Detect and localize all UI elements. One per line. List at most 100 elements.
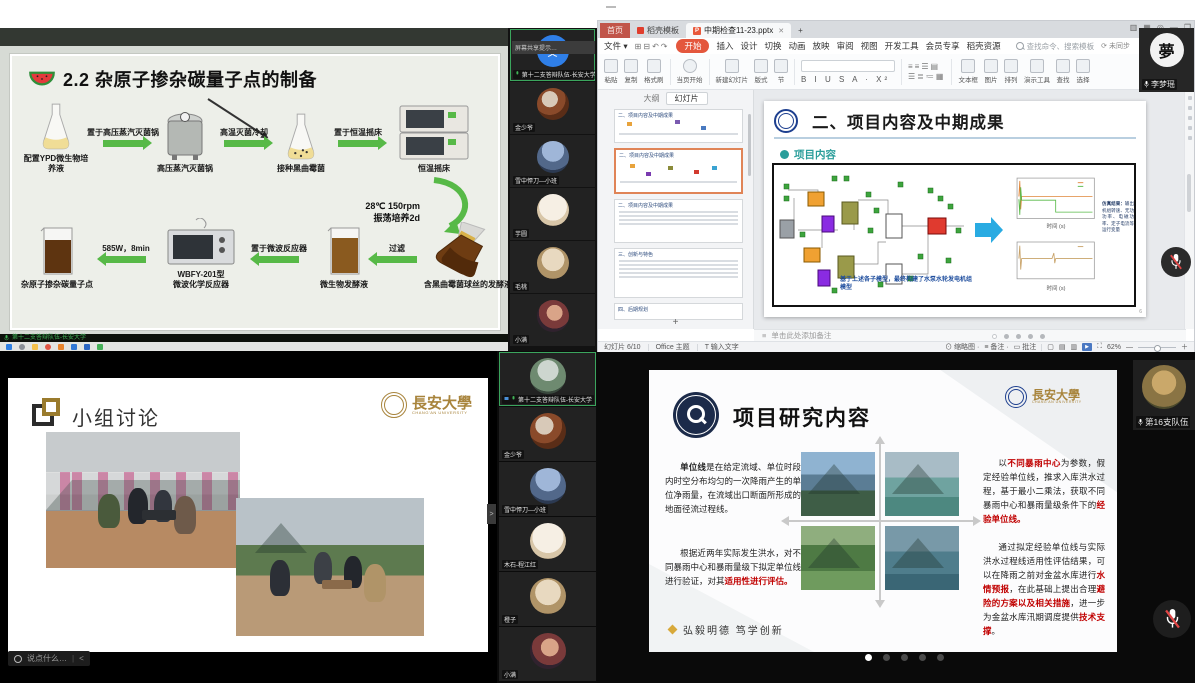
participant-tile[interactable]: 文 屏幕共享提示…◂◦ 第十二支答辩队伍-长安大学 — [510, 29, 595, 81]
slide-dots[interactable] — [992, 334, 1045, 339]
canvas-scrollbar[interactable] — [1187, 174, 1191, 212]
font-style-buttons[interactable]: B I U S A · X² — [801, 75, 895, 84]
menu-item[interactable]: 放映 — [813, 40, 830, 52]
view-read-icon[interactable]: ▥ — [1070, 343, 1077, 351]
quick-access-icons[interactable]: ⊞⊟↶↷ — [635, 42, 670, 51]
copy-button[interactable]: 复制 — [624, 59, 638, 84]
search-icon[interactable] — [19, 344, 25, 350]
panel-tab-slides[interactable]: 幻灯片 — [666, 92, 708, 105]
paragraph-forecast: 通过拟定经验单位线与实际洪水过程线适用性评估结果，可以在降雨之前对金盆水库进行水… — [983, 540, 1105, 638]
app-icon[interactable] — [71, 344, 77, 350]
view-sorter-icon[interactable]: ▤ — [1059, 343, 1066, 351]
new-slide-button[interactable]: 新建幻灯片 — [716, 59, 749, 84]
participant-tile[interactable]: 小满 — [499, 627, 596, 681]
menu-item[interactable]: 动画 — [789, 40, 806, 52]
collapse-chat-icon[interactable]: < — [79, 654, 84, 663]
share-banner[interactable]: 第十二支答辩队伍-长安大学 — [0, 334, 516, 342]
menu-item[interactable]: 切换 — [765, 40, 782, 52]
menu-item[interactable]: 会员专享 — [926, 40, 960, 52]
slideshow-play-button[interactable]: ▶ — [1082, 343, 1092, 351]
participant-tile[interactable]: 小满 — [510, 294, 595, 346]
start-button[interactable] — [6, 344, 12, 350]
menu-item-start[interactable]: 开始 — [676, 39, 709, 53]
mic-muted-icon[interactable] — [1161, 247, 1191, 277]
menu-item[interactable]: 视图 — [861, 40, 878, 52]
slide-thumbnail[interactable]: 5 二、项目内容及中期成果 — [614, 109, 743, 143]
participant-tile[interactable]: 金少爷 — [499, 407, 596, 461]
tab-template[interactable]: 稻壳模板 — [630, 23, 686, 38]
wechat-icon[interactable] — [97, 344, 103, 350]
format-painter-button[interactable]: 格式刷 — [644, 59, 664, 84]
slide-thumbnail[interactable]: 7 二、项目内容及中期成果 — [614, 199, 743, 243]
fit-icon[interactable]: ⛶ — [1097, 343, 1102, 351]
select-button[interactable]: 选择 — [1076, 59, 1090, 84]
notes-toggle[interactable]: ≡ 备注 · — [984, 342, 1008, 352]
layout-button[interactable]: 版式 — [754, 59, 768, 84]
panel-scrollbar[interactable] — [748, 114, 751, 176]
menu-file[interactable]: 文件 ▾ — [604, 40, 628, 52]
panel-collapse-button[interactable]: > — [487, 504, 496, 524]
window-drag-handle[interactable] — [606, 6, 616, 8]
picture-button[interactable]: 图片 — [984, 59, 998, 84]
menu-item[interactable]: 设计 — [741, 40, 758, 52]
mic-muted-icon[interactable] — [1153, 600, 1191, 638]
present-tools-button[interactable]: 演示工具 — [1024, 59, 1050, 84]
section-button[interactable]: 节 — [774, 59, 788, 84]
find-button[interactable]: 查找 — [1056, 59, 1070, 84]
command-search[interactable]: 查找命令、搜索模板 — [1016, 41, 1095, 52]
app-icon[interactable] — [58, 344, 64, 350]
textbox-button[interactable]: 文本框 — [958, 59, 978, 84]
arrange-button[interactable]: 排列 — [1004, 59, 1018, 84]
chat-input[interactable]: 说点什么… | < — [8, 651, 90, 666]
right-toolbar[interactable] — [1184, 90, 1194, 329]
zoom-in-button[interactable]: ＋ — [1181, 342, 1188, 352]
browser-icon[interactable] — [45, 344, 51, 350]
ppt-file-icon: P — [693, 27, 701, 35]
notes-bar[interactable]: ≡ 单击此处添加备注 — [754, 329, 1186, 341]
tab-document[interactable]: P中期检查11-23.pptx✕ — [686, 23, 791, 38]
seal-icon — [381, 392, 407, 418]
participant-tile[interactable]: 橙子 — [499, 572, 596, 626]
notes-placeholder: 单击此处添加备注 — [771, 330, 831, 341]
zoom-slider[interactable] — [1138, 347, 1176, 348]
menu-item[interactable]: 审阅 — [837, 40, 854, 52]
menu-item[interactable]: 开发工具 — [885, 40, 919, 52]
font-group[interactable]: B I U S A · X² — [801, 60, 895, 84]
mic-icon — [1144, 81, 1149, 88]
app-icon[interactable] — [84, 344, 90, 350]
autoclave-icon — [163, 108, 207, 162]
emoji-icon[interactable] — [14, 655, 22, 663]
tab-home[interactable]: 首页 — [600, 23, 630, 38]
file-explorer-icon[interactable] — [32, 344, 38, 350]
slide-pagination-dots[interactable] — [865, 654, 944, 661]
participant-tile[interactable]: 芋圆 — [510, 188, 595, 240]
floating-video-tile[interactable]: 第16支队伍 — [1133, 360, 1195, 430]
panel-tab-outline[interactable]: 大纲 — [644, 93, 660, 104]
play-from-page-button[interactable]: 当页开始 — [677, 59, 703, 84]
floating-video-tile[interactable]: 夢 李梦瑶 — [1139, 28, 1194, 92]
thumbnail-toggle[interactable]: ⊙ 缩略图 · — [945, 342, 979, 352]
participant-tile[interactable]: 雪中悍刀—小班 — [499, 462, 596, 516]
layout-icon[interactable]: ▥ — [1130, 23, 1138, 32]
add-slide-button[interactable]: + — [598, 317, 753, 328]
menu-item[interactable]: 插入 — [716, 40, 733, 52]
taskbar[interactable] — [0, 342, 520, 351]
close-tab-icon[interactable]: ✕ — [778, 27, 784, 35]
new-tab-button[interactable]: + — [791, 23, 810, 38]
font-name-select[interactable] — [801, 60, 895, 72]
participant-tile[interactable]: 毛桃 — [510, 241, 595, 293]
participant-tile[interactable]: 木石-程江红 — [499, 517, 596, 571]
slide-thumbnail-selected[interactable]: 6 二、项目内容及中期成果 — [614, 148, 743, 194]
participant-tile[interactable]: 第十二支答辩队伍-长安大学 — [499, 352, 596, 406]
zoom-out-button[interactable]: — — [1126, 344, 1133, 351]
paragraph-group[interactable]: ≡≡☰▤☰≣≔▦ — [908, 62, 945, 82]
sync-status[interactable]: ⟳ 未同步 — [1101, 41, 1130, 51]
menu-item[interactable]: 稻壳资源 — [967, 40, 1001, 52]
paste-button[interactable]: 粘贴 — [604, 59, 618, 84]
comments-toggle[interactable]: ▭ 批注 — [1014, 342, 1037, 352]
participant-tile[interactable]: 雪中悍刀—小班 — [510, 135, 595, 187]
current-slide[interactable]: 二、项目内容及中期成果 项目内容 — [764, 101, 1146, 317]
participant-tile[interactable]: 金少爷 — [510, 82, 595, 134]
view-normal-icon[interactable]: ▢ — [1047, 343, 1054, 351]
slide-thumbnail[interactable]: 8 三、创新与特色 — [614, 248, 743, 298]
